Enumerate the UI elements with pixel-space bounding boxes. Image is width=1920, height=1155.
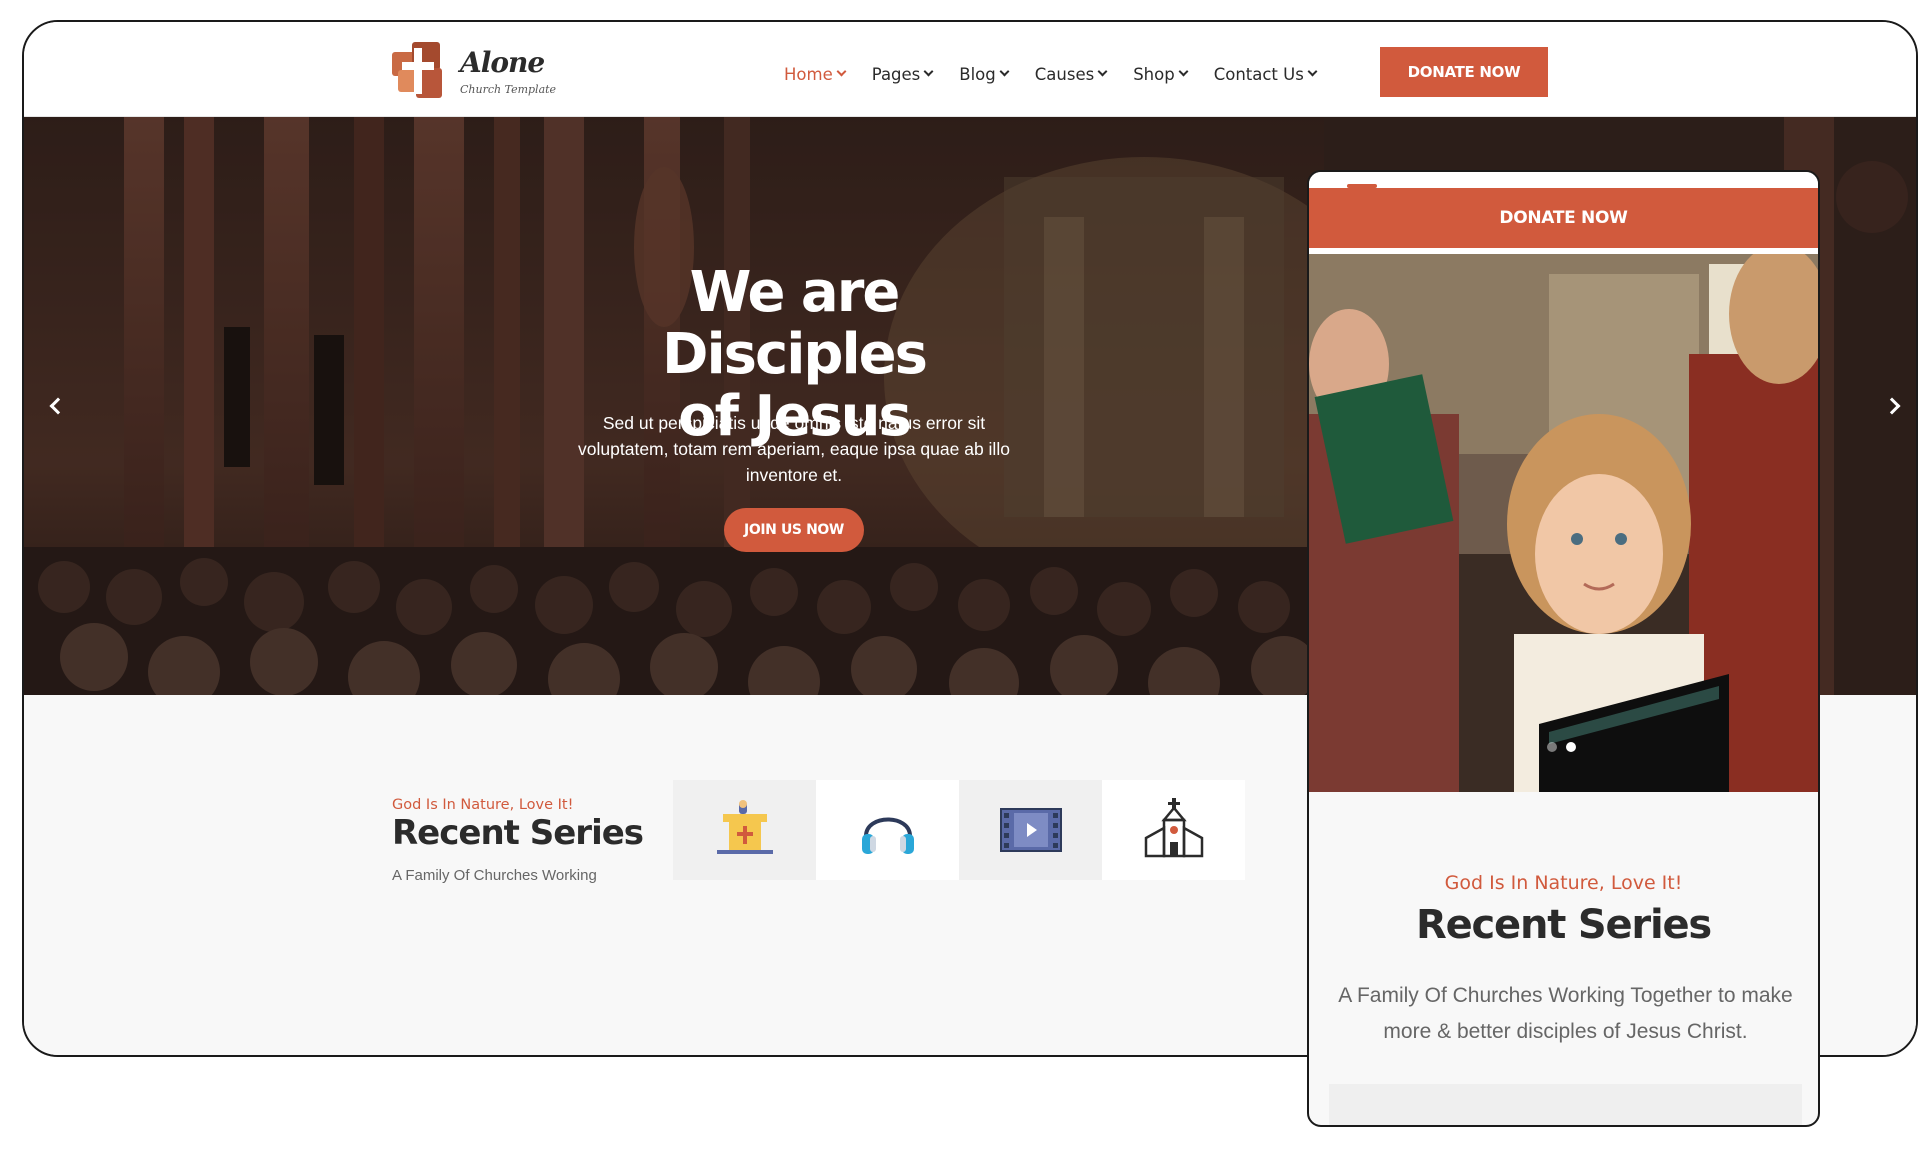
chevron-down-icon xyxy=(923,66,934,76)
mobile-hero-slider xyxy=(1309,254,1818,792)
nav-item-contact-us[interactable]: Contact Us xyxy=(1213,60,1318,88)
church-icon xyxy=(1144,798,1203,858)
nav-item-label: Shop xyxy=(1133,64,1175,84)
nav-item-label: Blog xyxy=(959,64,996,84)
section-description: A Family Of Churches Working xyxy=(392,867,597,884)
main-nav: Home Pages Blog Causes Shop Contact Us xyxy=(784,60,1343,88)
chevron-down-icon xyxy=(836,66,847,76)
hero-title-line: We are Disciples xyxy=(662,260,928,387)
mobile-series-card xyxy=(1329,1084,1802,1125)
nav-item-shop[interactable]: Shop xyxy=(1133,60,1189,88)
chevron-down-icon xyxy=(1097,66,1108,76)
series-tile-video[interactable] xyxy=(959,780,1102,880)
mobile-section-description: A Family Of Churches Working Together to… xyxy=(1338,984,1793,1043)
chevron-down-icon xyxy=(1307,66,1318,76)
chevron-down-icon xyxy=(999,66,1010,76)
section-subtitle: God Is In Nature, Love It! xyxy=(392,797,574,813)
mobile-section-title: Recent Series xyxy=(1415,902,1712,948)
join-us-now-button[interactable]: JOIN US NOW xyxy=(724,508,864,552)
nav-item-label: Pages xyxy=(871,64,921,84)
pulpit-icon xyxy=(716,800,773,854)
nav-item-causes[interactable]: Causes xyxy=(1034,60,1108,88)
slider-dot[interactable] xyxy=(1547,742,1557,752)
nav-item-label: Contact Us xyxy=(1213,64,1304,84)
nav-item-label: Home xyxy=(784,64,833,84)
series-tile-audio[interactable] xyxy=(816,780,959,880)
site-header: Alone Church Template Home Pages Blog Ca… xyxy=(24,22,1916,117)
nav-item-home[interactable]: Home xyxy=(784,60,847,88)
nav-item-pages[interactable]: Pages xyxy=(871,60,934,88)
site-logo[interactable]: Alone Church Template xyxy=(392,42,572,102)
mobile-section-subtitle: God Is In Nature, Love It! xyxy=(1444,872,1683,894)
cross-logo-icon xyxy=(392,42,442,98)
hero-text: Sed ut perspiciatis unde omnis iste natu… xyxy=(578,413,1010,485)
mobile-topbar xyxy=(1309,172,1818,188)
nav-item-blog[interactable]: Blog xyxy=(959,60,1010,88)
series-tile-church[interactable] xyxy=(1102,780,1245,880)
slider-dots xyxy=(1547,742,1576,752)
girl-with-bible-image xyxy=(1309,254,1818,792)
headphones-icon xyxy=(861,817,914,854)
logo-tagline: Church Template xyxy=(460,83,557,96)
chevron-right-icon[interactable] xyxy=(1886,397,1904,415)
chevron-down-icon xyxy=(1178,66,1189,76)
video-icon xyxy=(999,808,1062,852)
logo-title: Alone xyxy=(460,46,545,79)
mobile-donate-now-button[interactable]: DONATE NOW xyxy=(1309,188,1818,248)
donate-now-button[interactable]: DONATE NOW xyxy=(1380,47,1548,97)
mobile-preview-frame: DONATE NOW God Is In Nature, Love It! Re… xyxy=(1307,170,1820,1127)
nav-item-label: Causes xyxy=(1034,64,1095,84)
slider-dot-active[interactable] xyxy=(1566,742,1576,752)
section-title: Recent Series xyxy=(392,813,644,853)
series-tile-pulpit[interactable] xyxy=(673,780,816,880)
chevron-left-icon[interactable] xyxy=(48,397,66,415)
